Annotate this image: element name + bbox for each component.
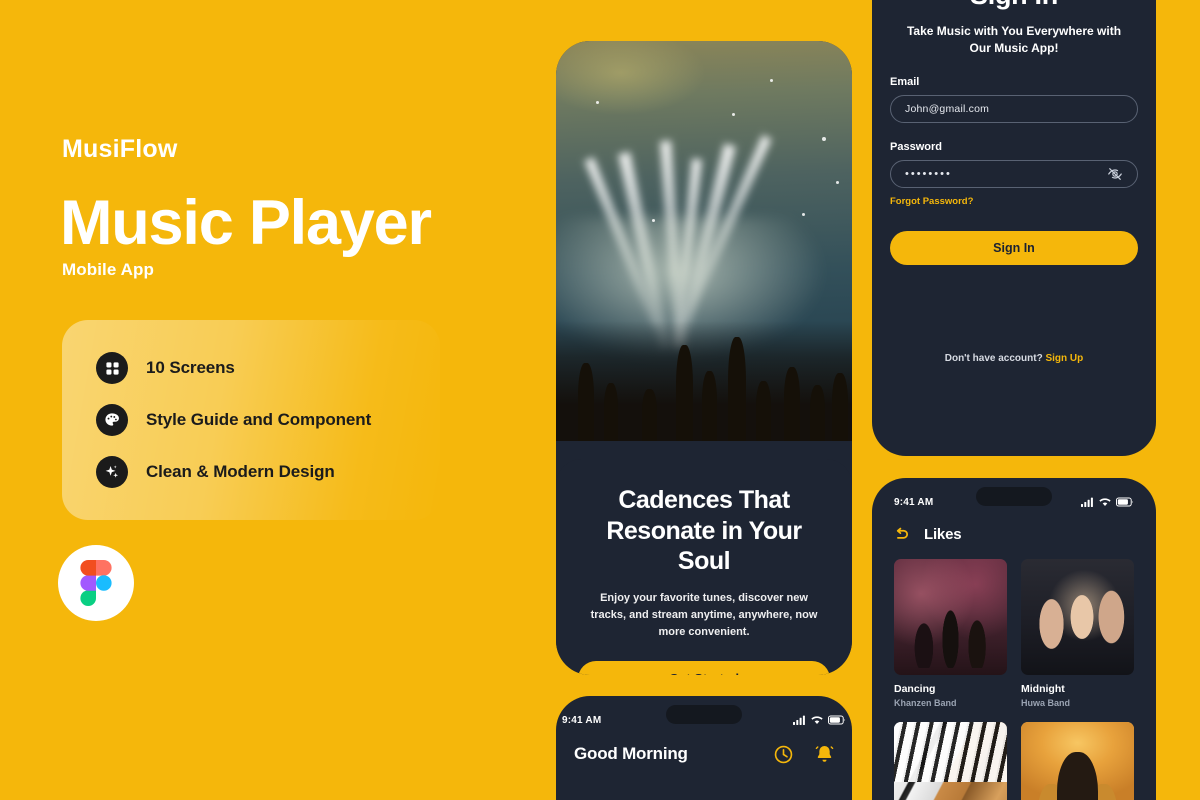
list-item[interactable]: Midnight Huwa Band <box>1021 559 1134 708</box>
bell-icon[interactable] <box>815 744 834 764</box>
dynamic-island <box>976 487 1052 506</box>
statusbar-time: 9:41 AM <box>894 496 934 508</box>
list-item[interactable] <box>894 722 1007 800</box>
likes-header: Likes <box>888 516 1140 543</box>
figma-icon <box>58 545 134 621</box>
brand-name: MusiFlow <box>62 135 178 163</box>
feature-item-design: Clean & Modern Design <box>96 456 440 488</box>
grid-icon <box>96 352 128 384</box>
palette-icon <box>96 404 128 436</box>
track-artist: Huwa Band <box>1021 698 1071 708</box>
signal-icon <box>793 715 805 725</box>
home-header: Good Morning <box>556 734 852 764</box>
track-title: Midnight <box>1021 683 1065 695</box>
wifi-icon <box>811 716 823 725</box>
album-art <box>1021 722 1134 800</box>
track-artist: Khanzen Band <box>894 698 957 708</box>
signup-link[interactable]: Sign Up <box>1045 353 1083 364</box>
signin-screen: Sign In Take Music with You Everywhere w… <box>872 0 1156 456</box>
page-subtitle: Mobile App <box>62 260 154 279</box>
onboarding-screen: Cadences That Resonate in Your Soul Enjo… <box>556 41 852 675</box>
password-input[interactable] <box>905 167 1107 180</box>
feature-item-style-guide: Style Guide and Component <box>96 404 440 436</box>
feature-label: Style Guide and Component <box>146 410 372 429</box>
signin-subtitle: Take Music with You Everywhere with Our … <box>906 24 1122 56</box>
album-art <box>894 559 1007 675</box>
eye-off-icon[interactable] <box>1107 166 1123 182</box>
track-title: Dancing <box>894 683 936 695</box>
signin-button[interactable]: Sign In <box>890 230 1138 265</box>
battery-icon <box>1116 497 1134 507</box>
signal-icon <box>1081 497 1093 507</box>
signin-title: Sign In <box>890 0 1138 11</box>
greeting-text: Good Morning <box>574 744 688 763</box>
onboarding-content: Cadences That Resonate in Your Soul Enjo… <box>556 459 852 675</box>
likes-grid: Dancing Khanzen Band Midnight Huwa Band <box>888 543 1140 800</box>
get-started-button[interactable]: Get Started <box>578 660 830 675</box>
password-label: Password <box>890 140 942 153</box>
promo-panel: MusiFlow Music Player Mobile App 10 Scre… <box>0 0 556 800</box>
list-item[interactable] <box>1021 722 1134 800</box>
back-arrow-icon[interactable] <box>894 527 910 543</box>
email-label: Email <box>890 75 920 88</box>
statusbar-icons <box>793 715 846 725</box>
dynamic-island <box>666 705 742 724</box>
onboarding-title: Cadences That Resonate in Your Soul <box>606 486 802 575</box>
signup-prompt: Don't have account? <box>944 353 1043 364</box>
page-title: Likes <box>924 526 962 543</box>
feature-label: Clean & Modern Design <box>146 462 335 481</box>
signup-row: Don't have account? Sign Up <box>872 353 1156 364</box>
sparkle-icon <box>96 456 128 488</box>
statusbar: 9:41 AM <box>888 478 1140 516</box>
list-item[interactable]: Dancing Khanzen Band <box>894 559 1007 708</box>
page-title: Music Player <box>60 188 432 258</box>
feature-label: 10 Screens <box>146 358 235 377</box>
album-art <box>894 722 1007 800</box>
home-screen: 9:41 AM Good Morning <box>556 696 852 800</box>
wifi-icon <box>1099 498 1111 507</box>
feature-list-card: 10 Screens Style Guide and Component Cle… <box>62 320 440 520</box>
statusbar-time: 9:41 AM <box>562 714 602 726</box>
home-actions <box>774 744 834 764</box>
hero-concert-image <box>556 41 852 441</box>
feature-item-screens: 10 Screens <box>96 352 440 384</box>
battery-icon <box>828 715 846 725</box>
statusbar: 9:41 AM <box>556 696 852 734</box>
onboarding-description: Enjoy your favorite tunes, discover new … <box>590 591 818 638</box>
album-art <box>1021 559 1134 675</box>
forgot-password-link[interactable]: Forgot Password? <box>890 196 973 207</box>
password-field[interactable] <box>890 159 1138 188</box>
statusbar-icons <box>1081 497 1134 507</box>
email-input[interactable] <box>905 102 1123 115</box>
email-field[interactable] <box>890 94 1138 123</box>
clock-icon[interactable] <box>774 745 793 764</box>
likes-screen: 9:41 AM Likes Dancing Khanzen Band Midni… <box>872 478 1156 800</box>
